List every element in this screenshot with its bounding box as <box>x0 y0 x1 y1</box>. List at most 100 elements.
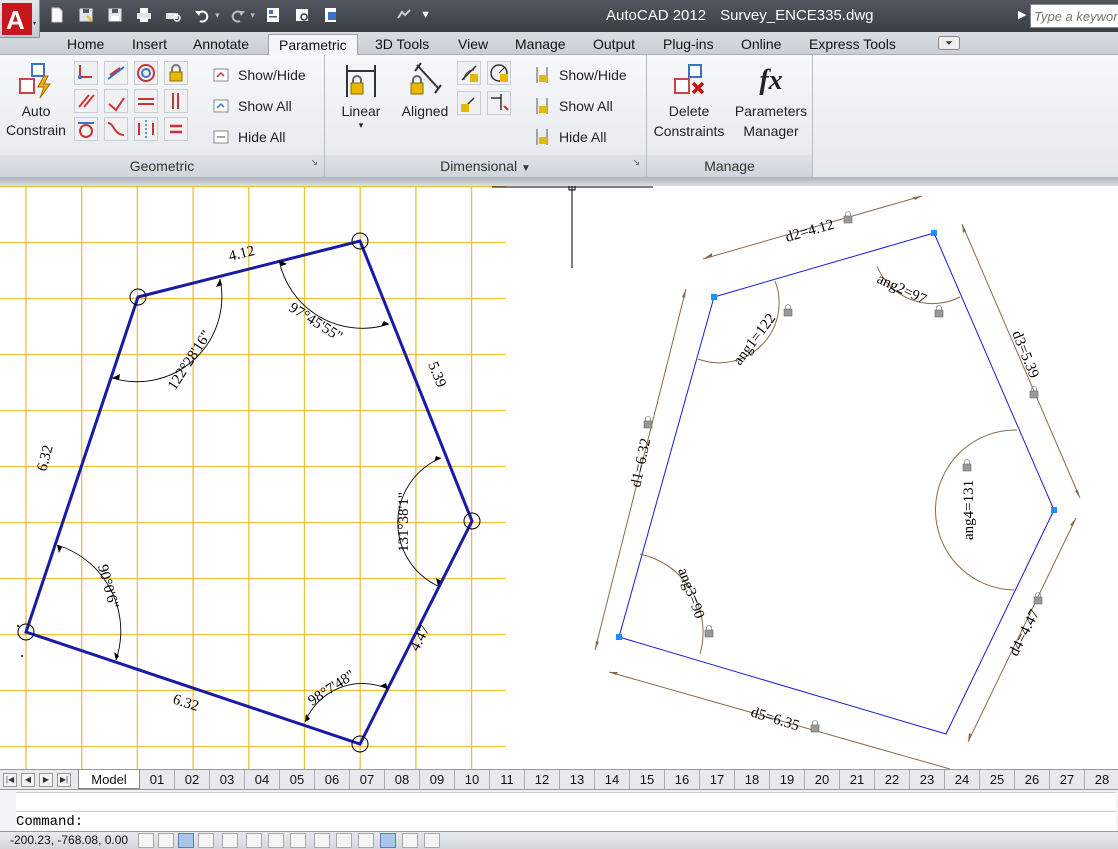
layout-tab-model[interactable]: Model <box>78 770 140 789</box>
geometric-show-all-button[interactable]: Show All <box>212 94 292 118</box>
layout-tab[interactable]: 22 <box>875 770 910 789</box>
ribbon-minimize-button[interactable] <box>938 36 960 50</box>
coincident-icon[interactable] <box>74 61 98 85</box>
parallel-icon[interactable] <box>74 89 98 113</box>
tab-online[interactable]: Online <box>731 34 791 55</box>
layout-tab[interactable]: 11 <box>490 770 525 789</box>
last-layout-icon[interactable]: ▶| <box>57 773 71 787</box>
save-as-icon[interactable] <box>75 4 97 26</box>
layout-tab[interactable]: 02 <box>175 770 210 789</box>
layout-tab[interactable]: 21 <box>840 770 875 789</box>
redo-dropdown-icon[interactable]: ▾ <box>251 10 256 21</box>
layout-tab[interactable]: 26 <box>1015 770 1050 789</box>
drawing-area[interactable]: 4.12 5.39 4.47 6.32 6.32 122°28'16" 97°4… <box>0 186 1118 769</box>
layout-tab[interactable]: 05 <box>280 770 315 789</box>
param-label[interactable]: d5=6.35 <box>749 705 801 735</box>
tab-insert[interactable]: Insert <box>122 34 177 55</box>
search-input[interactable] <box>1030 4 1118 28</box>
layout-tab[interactable]: 18 <box>735 770 770 789</box>
parametric-polygon-right[interactable] <box>594 195 1081 769</box>
customize-dropdown-icon[interactable]: ▼ <box>420 9 431 21</box>
publish-icon[interactable] <box>320 4 342 26</box>
tab-annotate[interactable]: Annotate <box>183 34 259 55</box>
layout-tab[interactable]: 13 <box>560 770 595 789</box>
layout-tab[interactable]: 14 <box>595 770 630 789</box>
grip[interactable] <box>931 230 937 236</box>
dimensional-show-all-button[interactable]: Show All <box>533 94 613 118</box>
polar-tracking-icon[interactable] <box>222 833 238 848</box>
save-icon[interactable] <box>104 4 126 26</box>
tab-manage[interactable]: Manage <box>505 34 576 55</box>
vertical-icon[interactable] <box>164 89 188 113</box>
layout-tab[interactable]: 04 <box>245 770 280 789</box>
equal-icon[interactable] <box>164 117 188 141</box>
fix-icon[interactable] <box>164 61 188 85</box>
symmetric-icon[interactable] <box>134 117 158 141</box>
sheet-set-icon[interactable] <box>291 4 313 26</box>
layout-tab[interactable]: 10 <box>455 770 490 789</box>
param-label[interactable]: ang2=97 <box>874 271 929 308</box>
dynamic-ucs-icon[interactable] <box>314 833 330 848</box>
parameters-manager-button[interactable]: fx Parameters Manager <box>731 61 811 141</box>
object-snap-icon[interactable] <box>246 833 262 848</box>
search-expand-icon[interactable]: ▶ <box>1018 8 1028 21</box>
param-label[interactable]: ang3=90 <box>674 566 707 621</box>
plot-preview-icon[interactable] <box>162 4 184 26</box>
infer-constraints-icon[interactable] <box>138 833 154 848</box>
dimensional-dialog-launcher-icon[interactable]: ↘ <box>632 151 640 173</box>
param-label[interactable]: ang1=122 <box>730 311 779 369</box>
dimensional-show-hide-button[interactable]: Show/Hide <box>533 63 627 87</box>
diameter-icon[interactable] <box>457 91 481 115</box>
dynamic-input-icon[interactable] <box>336 833 352 848</box>
geometric-hide-all-button[interactable]: Hide All <box>212 125 285 149</box>
next-layout-icon[interactable]: ▶ <box>39 773 53 787</box>
tab-express-tools[interactable]: Express Tools <box>799 34 906 55</box>
radial-icon[interactable] <box>487 61 511 85</box>
param-label[interactable]: d1=6.32 <box>628 437 654 489</box>
object-snap-tracking-icon[interactable] <box>290 833 306 848</box>
tab-plug-ins[interactable]: Plug-ins <box>653 34 724 55</box>
transparency-icon[interactable] <box>380 833 396 848</box>
param-label[interactable]: d3=5.39 <box>1008 329 1041 381</box>
workspace-icon[interactable] <box>393 4 415 26</box>
3d-object-snap-icon[interactable] <box>268 833 284 848</box>
first-layout-icon[interactable]: |◀ <box>3 773 17 787</box>
layout-tab[interactable]: 09 <box>420 770 455 789</box>
concentric-icon[interactable] <box>134 61 158 85</box>
layout-tab[interactable]: 17 <box>700 770 735 789</box>
linear-dropdown-icon[interactable]: ▾ <box>335 121 387 130</box>
dimensional-panel-dropdown-icon[interactable]: ▼ <box>521 163 531 174</box>
layout-tab[interactable]: 07 <box>350 770 385 789</box>
param-label[interactable]: d4=4.47 <box>1006 607 1043 659</box>
tab-home[interactable]: Home <box>57 34 114 55</box>
layout-tab[interactable]: 23 <box>910 770 945 789</box>
delete-constraints-button[interactable]: Delete Constraints <box>649 61 729 141</box>
angular-icon[interactable] <box>457 61 481 85</box>
layout-tab[interactable]: 06 <box>315 770 350 789</box>
command-input[interactable]: Command: <box>16 811 1116 831</box>
layout-tab[interactable]: 25 <box>980 770 1015 789</box>
aligned-button[interactable]: Aligned <box>395 61 455 121</box>
quick-properties-icon[interactable] <box>402 833 418 848</box>
layout-tab[interactable]: 03 <box>210 770 245 789</box>
linear-button[interactable]: Linear ▾ <box>335 61 387 130</box>
geometric-show-hide-button[interactable]: Show/Hide <box>212 63 306 87</box>
drawing-canvas[interactable]: 4.12 5.39 4.47 6.32 6.32 122°28'16" 97°4… <box>0 186 1118 769</box>
smooth-icon[interactable] <box>104 117 128 141</box>
plot-icon[interactable] <box>133 4 155 26</box>
tab-parametric[interactable]: Parametric <box>268 34 358 55</box>
collinear-icon[interactable] <box>104 61 128 85</box>
layout-tab[interactable]: 16 <box>665 770 700 789</box>
tab-3d-tools[interactable]: 3D Tools <box>365 34 439 55</box>
param-label[interactable]: ang4=131 <box>961 480 977 540</box>
tab-output[interactable]: Output <box>583 34 645 55</box>
layout-tab[interactable]: 19 <box>770 770 805 789</box>
horizontal-icon[interactable] <box>134 89 158 113</box>
redo-icon[interactable] <box>227 4 249 26</box>
layout-tab[interactable]: 08 <box>385 770 420 789</box>
layout-tab[interactable]: 01 <box>140 770 175 789</box>
grip[interactable] <box>616 634 622 640</box>
dimensional-hide-all-button[interactable]: Hide All <box>533 125 606 149</box>
application-menu-button[interactable]: A <box>0 0 40 38</box>
selection-cycling-icon[interactable] <box>424 833 440 848</box>
